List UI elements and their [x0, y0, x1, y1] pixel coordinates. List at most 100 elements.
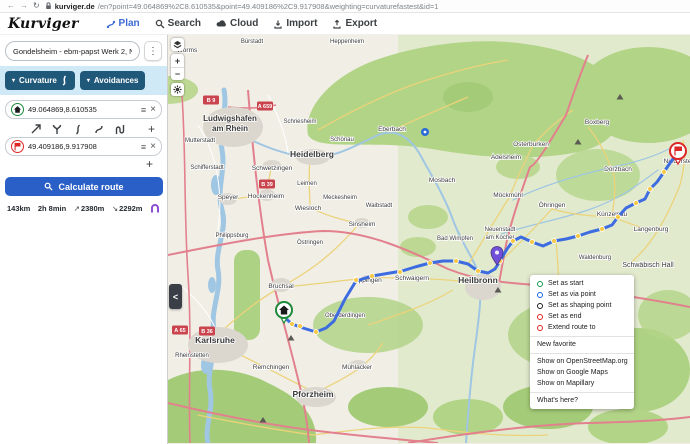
shaping-point-dot[interactable]	[454, 259, 459, 264]
via-point-icon	[537, 292, 543, 298]
map-city-label: Osterburken	[513, 141, 549, 148]
extra-curvy-route-icon[interactable]	[114, 123, 126, 135]
drag-handle-icon[interactable]: ≡	[141, 142, 146, 152]
menu-show-on-mapillary[interactable]: Show on Mapillary	[530, 378, 634, 389]
shaping-point-dot[interactable]	[576, 234, 581, 239]
menu-extend-route-to[interactable]: Extend route to	[530, 322, 634, 333]
shaping-point-dot[interactable]	[290, 322, 295, 327]
waypoint-start-row[interactable]: ≡ ×	[5, 100, 162, 119]
kurviger-logo[interactable]: Kurviger	[8, 16, 79, 32]
fastest-route-icon[interactable]	[30, 123, 42, 135]
remove-waypoint-icon[interactable]: ×	[150, 105, 156, 115]
sidebar-collapse-handle[interactable]: <	[169, 284, 182, 309]
map-city-label: Bad Wimpfen	[437, 236, 473, 242]
shaping-point-dot[interactable]	[428, 261, 433, 266]
shaping-point-icon	[537, 303, 543, 309]
map-city-label: Langenburg	[634, 226, 669, 233]
menu-show-on-google-maps[interactable]: Show on Google Maps	[530, 367, 634, 378]
map-city-label: Speyer	[218, 194, 239, 201]
shaping-point-dot[interactable]	[398, 270, 403, 275]
shaping-point-dot[interactable]	[511, 239, 516, 244]
map-city-label: Philippsburg	[215, 233, 248, 239]
shaping-point-dot[interactable]	[634, 201, 639, 206]
shaping-point-dot[interactable]	[530, 240, 535, 245]
map-city-label: Heilbronn	[458, 275, 498, 285]
map-city-label: am Rhein	[212, 124, 248, 133]
shaping-point-dot[interactable]	[476, 269, 481, 274]
map-city-label: Boxberg	[585, 119, 610, 126]
map-city-label: am Kocher	[485, 235, 514, 241]
shaping-point-dot[interactable]	[648, 187, 653, 192]
map-city-label: Eberbach	[378, 126, 406, 133]
drag-handle-icon[interactable]: ≡	[141, 105, 146, 115]
shaping-point-dot[interactable]	[600, 227, 605, 232]
nav-cloud[interactable]: Cloud	[216, 18, 258, 29]
menu-show-on-openstreetmap[interactable]: Show on OpenStreetMap.org	[530, 356, 634, 367]
avoidances-dropdown[interactable]: ▾ Avoidances	[80, 71, 146, 90]
map-city-label: Leimen	[297, 181, 317, 187]
shaping-point-dot[interactable]	[298, 324, 303, 329]
route-planner-sidebar: ⋮ ▾ Curvature ▾ Avoidances	[0, 35, 168, 444]
curvy-route-icon[interactable]	[72, 123, 84, 135]
map-city-label: Schwaigern	[395, 275, 429, 282]
menu-set-as-end[interactable]: Set as end	[530, 311, 634, 322]
end-marker-icon	[11, 140, 24, 153]
map-city-label: Mutterstadt	[185, 138, 215, 144]
map-city-label: Waibstadt	[366, 203, 393, 209]
nav-import[interactable]: Import	[273, 18, 317, 29]
menu-whats-here[interactable]: What's here?	[530, 395, 634, 406]
map-settings-button[interactable]	[171, 83, 184, 96]
menu-set-as-start[interactable]: Set as start	[530, 278, 634, 289]
shaping-point-dot[interactable]	[314, 330, 319, 335]
map-city-label: Remchingen	[253, 364, 290, 371]
map-city-label: Rheinstetten	[175, 353, 209, 359]
menu-divider	[530, 353, 634, 354]
menu-set-as-via-point[interactable]: Set as via point	[530, 289, 634, 300]
url-path: /en?point=49.064869%2C8.610535&point=49.…	[98, 2, 439, 11]
shaping-point-dot[interactable]	[616, 215, 621, 220]
route-plan-icon	[106, 19, 116, 29]
start-coordinates-input[interactable]	[28, 105, 137, 114]
very-curvy-route-icon[interactable]	[93, 123, 105, 135]
menu-new-favorite[interactable]: New favorite	[530, 339, 634, 350]
shaping-point-dot[interactable]	[370, 274, 375, 279]
search-icon	[155, 19, 165, 29]
shaping-point-dot[interactable]	[552, 239, 557, 244]
add-waypoint-button[interactable]: +	[148, 123, 155, 135]
ascent-arrow-icon: ↗	[74, 204, 80, 213]
app-header: Kurviger Plan Search Cloud	[0, 13, 690, 35]
start-marker-icon	[11, 103, 24, 116]
nav-plan[interactable]: Plan	[106, 18, 140, 29]
map-city-label: Waldenburg	[579, 255, 611, 261]
gear-icon	[173, 85, 182, 94]
nav-export[interactable]: Export	[332, 18, 377, 29]
search-input[interactable]	[5, 41, 140, 61]
end-coordinates-input[interactable]	[28, 142, 137, 151]
curvature-dropdown[interactable]: ▾ Curvature	[5, 71, 75, 90]
append-waypoint-button[interactable]: +	[146, 158, 153, 170]
route-stats: 143km 2h 8min ↗ 2380m ↘ 2292m	[0, 201, 167, 213]
kebab-icon: ⋮	[148, 46, 158, 57]
zoom-out-button[interactable]: −	[171, 67, 184, 80]
segment-curvature-row: +	[5, 121, 162, 137]
map-context-menu: Set as start Set as via point Set as sha…	[530, 275, 634, 409]
map-city-label: Bürstadt	[241, 39, 264, 45]
forward-icon[interactable]: →	[20, 2, 28, 10]
chevron-down-icon: ▾	[12, 77, 15, 84]
shaping-point-dot[interactable]	[662, 170, 667, 175]
zoom-in-button[interactable]: +	[171, 54, 184, 67]
menu-set-as-shaping-point[interactable]: Set as shaping point	[530, 300, 634, 311]
waypoint-end-row[interactable]: ≡ ×	[5, 137, 162, 156]
nav-search[interactable]: Search	[155, 18, 201, 29]
sidebar-menu-button[interactable]: ⋮	[144, 41, 162, 61]
descent-stat: ↘ 2292m	[112, 204, 143, 213]
remove-waypoint-icon[interactable]: ×	[150, 142, 156, 152]
calculate-route-button[interactable]: Calculate route	[5, 177, 163, 196]
address-bar[interactable]: kurviger.de/en?point=49.064869%2C8.61053…	[45, 2, 439, 11]
fast-curvy-route-icon[interactable]	[51, 123, 63, 135]
road-shield-label: B 39	[261, 182, 273, 188]
layers-button[interactable]	[171, 38, 184, 51]
reload-icon[interactable]: ↻	[33, 2, 40, 10]
shaping-point-dot[interactable]	[354, 278, 359, 283]
back-icon[interactable]: ←	[7, 2, 15, 10]
